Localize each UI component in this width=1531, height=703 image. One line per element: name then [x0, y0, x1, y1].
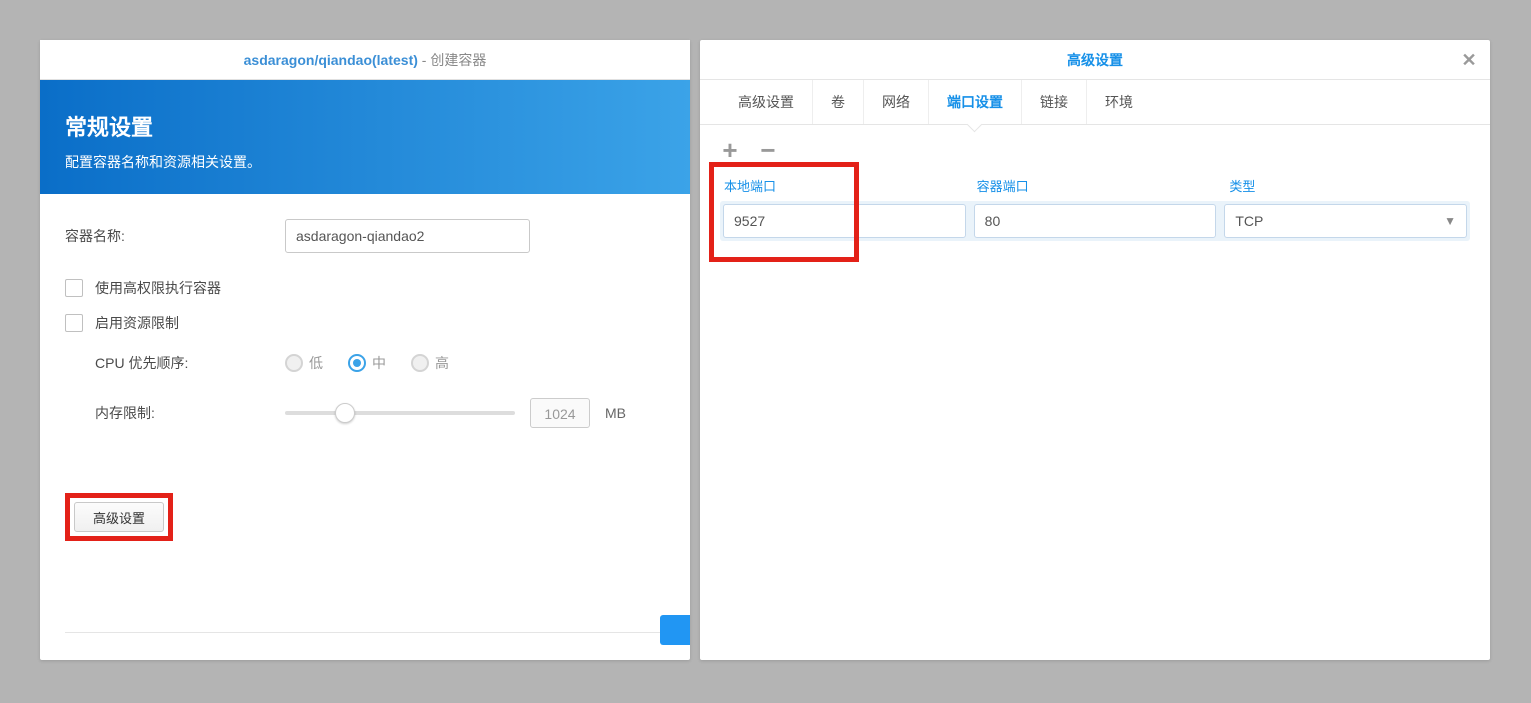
port-type-select[interactable]: TCP ▼ — [1224, 204, 1467, 238]
mem-limit-row: 内存限制: 1024 MB — [95, 398, 665, 428]
col-header-container: 容器端口 — [973, 170, 1218, 201]
modal-title: 高级设置 — [700, 40, 1490, 80]
port-table-row-active: TCP ▼ — [720, 201, 1470, 241]
col-header-local: 本地端口 — [720, 170, 965, 201]
resource-limit-label: 启用资源限制 — [95, 313, 179, 333]
modal-header: 高级设置 ✕ — [700, 40, 1490, 80]
advanced-settings-modal: 高级设置 ✕ 高级设置 卷 网络 端口设置 链接 环境 + − 本地端口 容器端… — [700, 40, 1490, 660]
mem-limit-label: 内存限制: — [95, 403, 285, 423]
window-title-suffix: - 创建容器 — [418, 52, 486, 68]
tab-volume[interactable]: 卷 — [813, 80, 864, 124]
privileged-checkbox-row[interactable]: 使用高权限执行容器 — [65, 278, 665, 298]
port-table: 本地端口 容器端口 类型 TCP ▼ — [700, 170, 1490, 241]
privileged-label: 使用高权限执行容器 — [95, 278, 221, 298]
tab-env[interactable]: 环境 — [1087, 80, 1151, 124]
resource-limit-panel: CPU 优先顺序: 低 中 高 内存 — [95, 353, 665, 428]
advanced-settings-button[interactable]: 高级设置 — [74, 502, 164, 532]
window-title-main: asdaragon/qiandao(latest) — [244, 52, 418, 68]
radio-circle-icon — [348, 354, 366, 372]
cpu-radio-high[interactable]: 高 — [411, 353, 449, 373]
next-button[interactable] — [660, 615, 690, 645]
chevron-down-icon: ▼ — [1444, 214, 1456, 228]
col-header-type: 类型 — [1225, 170, 1470, 201]
resource-limit-checkbox-row[interactable]: 启用资源限制 — [65, 313, 665, 333]
resource-limit-checkbox[interactable] — [65, 314, 83, 332]
tab-network[interactable]: 网络 — [864, 80, 929, 124]
add-icon[interactable]: + — [720, 140, 740, 160]
mem-limit-value[interactable]: 1024 — [530, 398, 590, 428]
container-name-input[interactable] — [285, 219, 530, 253]
close-icon[interactable]: ✕ — [1460, 50, 1478, 68]
tabs-bar: 高级设置 卷 网络 端口设置 链接 环境 — [700, 80, 1490, 125]
form-body: 容器名称: 使用高权限执行容器 启用资源限制 CPU 优先顺序: 低 — [40, 194, 690, 566]
tab-port-settings[interactable]: 端口设置 — [929, 80, 1022, 124]
port-table-header: 本地端口 容器端口 类型 — [720, 170, 1470, 201]
local-port-input[interactable] — [723, 204, 966, 238]
cpu-priority-label: CPU 优先顺序: — [95, 353, 285, 373]
mem-limit-slider[interactable] — [285, 403, 515, 423]
tab-link[interactable]: 链接 — [1022, 80, 1087, 124]
mem-limit-slider-wrap: 1024 MB — [285, 398, 626, 428]
port-type-value: TCP — [1235, 213, 1263, 229]
radio-circle-icon — [285, 354, 303, 372]
cpu-radio-low-label: 低 — [309, 353, 323, 373]
banner: 常规设置 配置容器名称和资源相关设置。 — [40, 80, 690, 194]
remove-icon[interactable]: − — [758, 140, 778, 160]
cpu-priority-row: CPU 优先顺序: 低 中 高 — [95, 353, 665, 373]
cpu-radio-low[interactable]: 低 — [285, 353, 323, 373]
slider-track — [285, 411, 515, 415]
window-footer — [65, 632, 690, 645]
tab-advanced[interactable]: 高级设置 — [720, 80, 813, 124]
radio-circle-icon — [411, 354, 429, 372]
port-toolbar: + − — [700, 125, 1490, 170]
cpu-radio-mid[interactable]: 中 — [348, 353, 386, 373]
container-name-label: 容器名称: — [65, 226, 285, 246]
cpu-priority-radio-group: 低 中 高 — [285, 353, 449, 373]
cpu-radio-mid-label: 中 — [372, 353, 386, 373]
cpu-radio-high-label: 高 — [435, 353, 449, 373]
port-table-row[interactable]: TCP ▼ — [723, 204, 1467, 238]
slider-knob-icon[interactable] — [335, 403, 355, 423]
container-port-input[interactable] — [974, 204, 1217, 238]
create-container-window: asdaragon/qiandao(latest) - 创建容器 常规设置 配置… — [40, 40, 690, 660]
mem-limit-unit: MB — [605, 405, 626, 421]
privileged-checkbox[interactable] — [65, 279, 83, 297]
container-name-row: 容器名称: — [65, 219, 665, 253]
advanced-button-highlight: 高级设置 — [65, 493, 173, 541]
window-titlebar: asdaragon/qiandao(latest) - 创建容器 — [40, 40, 690, 80]
banner-subtext: 配置容器名称和资源相关设置。 — [65, 152, 665, 172]
banner-heading: 常规设置 — [65, 110, 665, 142]
